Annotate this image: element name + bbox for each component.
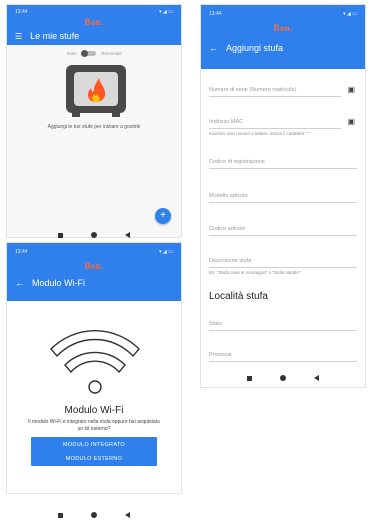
integrated-module-button[interactable]: MODULO INTEGRATO (31, 437, 157, 452)
wifi-icon (47, 321, 143, 395)
add-stove-fab[interactable]: + (155, 208, 171, 224)
model-field[interactable]: Modello articolo (209, 193, 357, 203)
article-code-placeholder: Codice articolo (209, 226, 246, 232)
wifi-description: Il modulo Wi-Fi è integrato nella stufa … (28, 419, 160, 432)
home-nav-icon[interactable] (91, 512, 97, 518)
wifi-heading: Modulo Wi-Fi (64, 405, 124, 416)
app-bar: ☰ Le mie stufe (7, 28, 181, 44)
brand-logo: Bon. (84, 261, 104, 271)
toggle-label-stoves: Stufe (66, 51, 77, 56)
plus-icon: + (160, 210, 166, 221)
status-icons: ▾ ◢ ▭ (159, 249, 173, 255)
app-bar: ← Modulo Wi-Fi (7, 273, 181, 293)
back-nav-icon[interactable] (125, 512, 130, 518)
mac-address-field[interactable]: Indirizzo MAC (209, 119, 341, 129)
description-hint: Es. "Stufa casa in montagna" o "Stufa sa… (209, 270, 301, 275)
app-bar: ← Aggiungi stufa (201, 37, 365, 59)
header: 13:44 ▾ ◢ ▭ Bon. ← Aggiungi stufa (201, 5, 365, 69)
status-icons: ▾ ◢ ▭ (159, 9, 173, 15)
external-module-button[interactable]: MODULO ESTERNO (31, 451, 157, 466)
mac-address-hint: Inserisci solo numeri e lettere, senza i… (209, 131, 310, 136)
model-placeholder: Modello articolo (209, 193, 248, 199)
brand-logo: Bon. (273, 23, 293, 33)
brand-logo: Bon. (84, 17, 104, 27)
status-time: 13:44 (15, 9, 28, 15)
empty-state-text: Aggiungi le tue stufe per iniziare a ges… (47, 124, 141, 130)
state-placeholder: Stato (209, 321, 222, 327)
state-field[interactable]: Stato (209, 321, 357, 331)
screen-add-stove: 13:44 ▾ ◢ ▭ Bon. ← Aggiungi stufa Numero… (200, 4, 366, 388)
view-toggle[interactable] (80, 50, 96, 57)
screen-my-stoves: 13:44 ▾ ◢ ▭ Bon. ☰ Le mie stufe Stufe Te… (6, 4, 182, 238)
header: 13:44 ▾ ◢ ▭ Bon. ← Modulo Wi-Fi (7, 243, 181, 301)
location-section-title: Località stufa (209, 291, 268, 302)
back-arrow-icon[interactable]: ← (15, 278, 24, 288)
description-placeholder: Descrizione stufa (209, 258, 252, 264)
home-nav-icon[interactable] (280, 375, 286, 381)
description-field[interactable]: Descrizione stufa (209, 258, 357, 268)
back-nav-icon[interactable] (125, 232, 130, 238)
status-icons: ▾ ◢ ▭ (343, 11, 357, 17)
toggle-row: Stufe Termostati (7, 50, 181, 57)
serial-number-field[interactable]: Numero di serie (Numero matricola) (209, 87, 341, 97)
recents-nav-icon[interactable] (58, 512, 63, 518)
recents-nav-icon[interactable] (247, 375, 252, 381)
toggle-label-thermostats: Termostati (100, 51, 122, 56)
qr-scan-icon[interactable]: ▣ (347, 85, 355, 94)
header: 13:44 ▾ ◢ ▭ Bon. ☰ Le mie stufe (7, 5, 181, 45)
province-field[interactable]: Provincia (209, 352, 357, 362)
page-title: Modulo Wi-Fi (32, 278, 86, 288)
home-nav-icon[interactable] (91, 232, 97, 238)
back-nav-icon[interactable] (314, 375, 319, 381)
status-bar: 13:44 ▾ ◢ ▭ (7, 243, 181, 261)
recents-nav-icon[interactable] (58, 232, 63, 238)
status-time: 13:44 (209, 11, 222, 17)
nav-bar-1 (6, 232, 182, 238)
page-title: Aggiungi stufa (226, 43, 284, 53)
status-time: 13:44 (15, 249, 28, 255)
registration-code-field[interactable]: Codice di registrazione (209, 159, 357, 169)
registration-code-placeholder: Codice di registrazione (209, 159, 265, 165)
page-title: Le mie stufe (30, 31, 80, 41)
nav-bar-2 (201, 375, 365, 381)
toggle-knob (80, 50, 88, 57)
screen-wifi-module: 13:44 ▾ ◢ ▭ Bon. ← Modulo Wi-Fi Modulo W… (6, 242, 182, 494)
nav-bar-3 (6, 512, 182, 518)
province-placeholder: Provincia (209, 352, 232, 358)
article-code-field[interactable]: Codice articolo (209, 226, 357, 236)
status-bar: 13:44 ▾ ◢ ▭ (201, 5, 365, 23)
back-arrow-icon[interactable]: ← (209, 43, 218, 53)
menu-icon[interactable]: ☰ (15, 32, 22, 41)
qr-scan-icon[interactable]: ▣ (347, 117, 355, 126)
serial-number-placeholder: Numero di serie (Numero matricola) (209, 87, 297, 93)
stove-icon (60, 63, 132, 118)
mac-address-placeholder: Indirizzo MAC (209, 119, 244, 125)
